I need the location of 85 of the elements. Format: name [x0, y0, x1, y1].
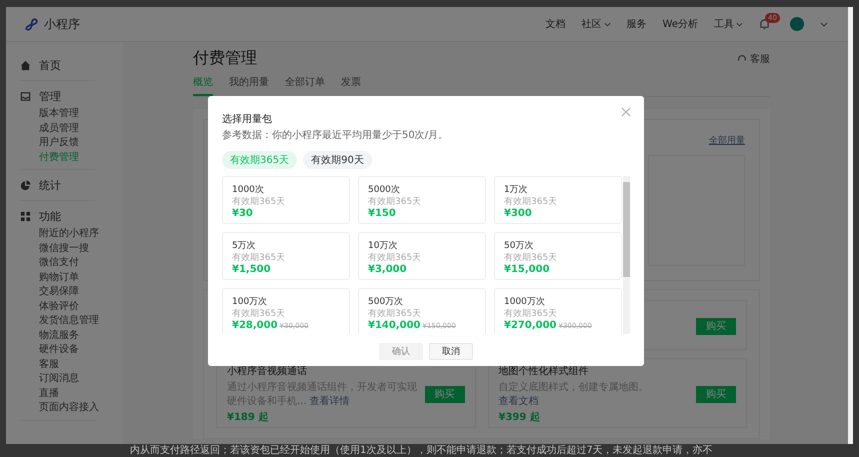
- package-price: ¥28,000: [232, 320, 278, 331]
- package-name: 100万次: [232, 296, 268, 308]
- nav-link[interactable]: 工具: [714, 17, 743, 31]
- nav-link[interactable]: 文档: [546, 17, 566, 31]
- package-validity: 有效期365天: [232, 196, 286, 208]
- package-price: ¥150: [368, 208, 396, 219]
- package-name: 1000万次: [504, 296, 546, 308]
- grid-icon: [20, 210, 31, 222]
- package-validity: 有效期365天: [368, 196, 422, 208]
- home-icon: [20, 60, 31, 70]
- nav-link[interactable]: We分析: [662, 17, 698, 31]
- sidebar-item[interactable]: 硬件设备: [39, 343, 95, 358]
- period-tab[interactable]: 有效期90天: [303, 151, 372, 169]
- nav-link[interactable]: 社区: [582, 17, 611, 31]
- page-title: 付费管理: [193, 48, 257, 69]
- sidebar-section[interactable]: 统计: [39, 178, 61, 192]
- pie-chart-icon: [20, 180, 31, 190]
- sidebar-item[interactable]: 客服: [39, 358, 95, 372]
- package-validity: 有效期365天: [232, 252, 286, 264]
- sidebar-item[interactable]: 物流服务: [39, 328, 95, 343]
- package-validity: 有效期365天: [368, 308, 422, 320]
- service-title: 地图个性化样式组件: [498, 365, 590, 378]
- package-price: ¥1,500: [232, 264, 271, 275]
- tab[interactable]: 我的用量: [229, 75, 269, 96]
- dialog-title: 选择用量包: [222, 112, 273, 126]
- cancel-button[interactable]: 取消: [429, 343, 473, 360]
- package-price: ¥140,000: [368, 320, 421, 331]
- sidebar-section[interactable]: 功能: [39, 208, 61, 224]
- package-name: 10万次: [368, 240, 398, 252]
- service-price: ¥189 起: [227, 410, 270, 424]
- service-title: 小程序音视频通话: [227, 365, 308, 378]
- tab[interactable]: 全部订单: [285, 75, 325, 96]
- package-name: 1000次: [232, 184, 265, 196]
- period-tab[interactable]: 有效期365天: [222, 151, 298, 169]
- package-validity: 有效期365天: [504, 196, 558, 208]
- package-card[interactable]: 10万次 有效期365天 ¥3,000: [358, 232, 486, 280]
- tab[interactable]: 发票: [341, 75, 361, 96]
- package-card[interactable]: 1000次 有效期365天 ¥30: [222, 176, 350, 224]
- docs-link[interactable]: 查看文档: [498, 396, 538, 407]
- support-link[interactable]: 客服: [750, 52, 770, 66]
- package-name: 5000次: [368, 184, 401, 196]
- package-card[interactable]: 50万次 有效期365天 ¥15,000: [494, 232, 622, 280]
- package-validity: 有效期365天: [504, 308, 558, 320]
- sidebar-item[interactable]: 购物订单: [39, 270, 95, 285]
- package-validity: 有效期365天: [232, 308, 286, 320]
- logo-icon: [24, 16, 39, 32]
- package-name: 50万次: [504, 240, 534, 252]
- package-card[interactable]: 1万次 有效期365天 ¥300: [494, 176, 622, 224]
- dialog-subtitle: 参考数据：你的小程序最近平均用量少于50次/月。: [222, 128, 450, 142]
- all-usage-link[interactable]: 全部用量: [709, 134, 745, 147]
- package-price: ¥270,000: [504, 320, 557, 331]
- sidebar-item[interactable]: 微信支付: [39, 256, 95, 270]
- nav-link[interactable]: 服务: [626, 17, 647, 31]
- package-validity: 有效期365天: [368, 252, 422, 264]
- sidebar-section[interactable]: 首页: [39, 58, 61, 72]
- avatar[interactable]: [790, 17, 804, 31]
- package-price: ¥30: [232, 208, 253, 219]
- package-validity: 有效期365天: [504, 252, 558, 264]
- scrollbar[interactable]: [623, 176, 630, 334]
- package-price: ¥15,000: [504, 264, 550, 275]
- service-price: ¥399 起: [498, 410, 541, 424]
- sidebar-section[interactable]: 管理: [39, 88, 61, 104]
- bell-icon[interactable]: [759, 18, 770, 30]
- sidebar-item[interactable]: 微信搜一搜: [39, 242, 95, 256]
- headset-icon: [737, 54, 747, 64]
- package-name: 500万次: [368, 296, 404, 308]
- docs-link[interactable]: 查看详情: [310, 396, 350, 407]
- package-name: 1万次: [504, 184, 529, 196]
- package-price: ¥3,000: [368, 264, 407, 275]
- package-name: 5万次: [232, 240, 257, 252]
- package-price: ¥300: [504, 208, 532, 219]
- sidebar-item[interactable]: 版本管理: [39, 107, 95, 122]
- sidebar-item[interactable]: 订阅消息: [39, 372, 95, 386]
- package-card[interactable]: 5万次 有效期365天 ¥1,500: [222, 232, 350, 280]
- package-card[interactable]: 5000次 有效期365天 ¥150: [358, 176, 486, 224]
- sidebar-item[interactable]: 直播: [39, 386, 95, 401]
- sidebar-item[interactable]: 用户反馈: [39, 136, 95, 150]
- tray-icon: [20, 90, 31, 102]
- close-icon[interactable]: [621, 107, 631, 117]
- sidebar-item[interactable]: 交易保障: [39, 285, 95, 300]
- sidebar-item[interactable]: 成员管理: [39, 122, 95, 136]
- caret-icon[interactable]: [820, 22, 828, 26]
- app-name: 小程序: [44, 16, 80, 32]
- background-text: 内从而支付路径返回；若该资包已经开始使用（使用1次及以上），则不能申请退款；若支付成功后超过7天，未发起退款申请，亦不: [130, 445, 714, 457]
- sidebar-item[interactable]: 体验评价: [39, 300, 95, 314]
